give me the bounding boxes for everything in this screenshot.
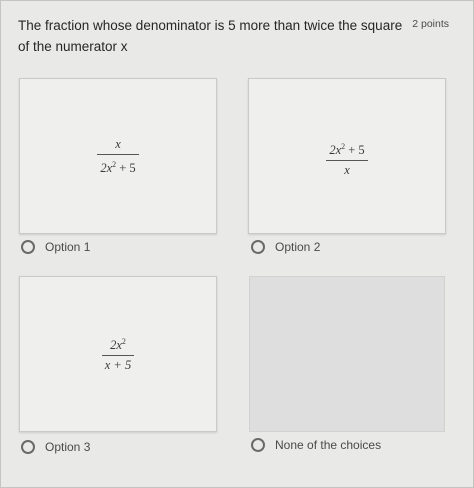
option-4-radio-row[interactable]: None of the choices <box>251 438 381 452</box>
option-4-radio[interactable] <box>251 438 265 452</box>
option-1-radio-row[interactable]: Option 1 <box>21 240 90 254</box>
points-label: 2 points <box>412 18 449 30</box>
option-3-image[interactable]: 2x2 x + 5 <box>19 276 217 432</box>
option-1-denominator: 2x2 + 5 <box>100 160 136 175</box>
option-2-label: Option 2 <box>275 240 321 254</box>
question-title: The fraction whose denominator is 5 more… <box>18 18 403 54</box>
option-3-denominator: x + 5 <box>104 358 132 372</box>
option-4-label: None of the choices <box>275 438 382 452</box>
option-2-denominator: x <box>344 163 350 177</box>
option-3-radio-row[interactable]: Option 3 <box>21 440 90 454</box>
option-2-radio[interactable] <box>251 240 265 254</box>
option-1-label: Option 1 <box>45 240 91 254</box>
option-2-fraction: 2x2 + 5 x <box>249 139 445 178</box>
option-2-radio-row[interactable]: Option 2 <box>251 240 320 254</box>
option-1-numerator: x <box>115 137 121 151</box>
option-3-label: Option 3 <box>45 440 91 454</box>
option-1-image[interactable]: x 2x2 + 5 <box>19 78 217 234</box>
fraction-bar <box>101 355 135 356</box>
question-card: The fraction whose denominator is 5 more… <box>0 0 474 488</box>
fraction-bar <box>326 160 368 161</box>
option-1-radio[interactable] <box>21 240 35 254</box>
option-1-fraction: x 2x2 + 5 <box>20 137 216 176</box>
option-3-numerator: 2x2 <box>110 337 126 352</box>
option-3-radio[interactable] <box>21 440 35 454</box>
option-4-image[interactable] <box>249 276 445 432</box>
fraction-bar <box>97 154 139 155</box>
option-2-image[interactable]: 2x2 + 5 x <box>248 78 446 234</box>
option-2-numerator: 2x2 + 5 <box>329 142 365 157</box>
option-3-fraction: 2x2 x + 5 <box>20 334 216 373</box>
